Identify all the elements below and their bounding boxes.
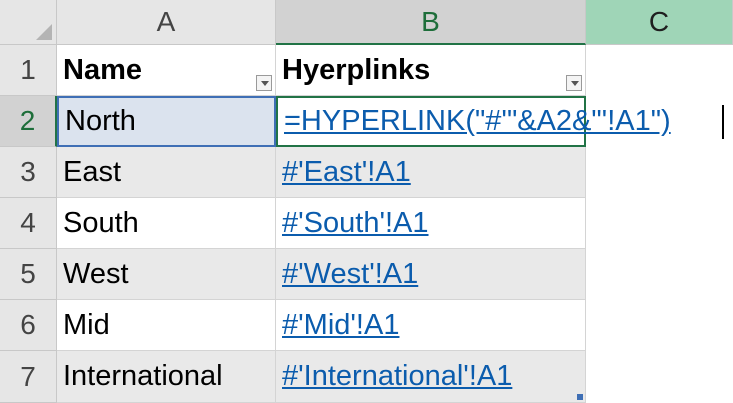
column-header-a[interactable]: A	[57, 0, 276, 45]
hyperlink-cell[interactable]: #'East'!A1	[276, 147, 586, 198]
hyperlink-cell[interactable]: #'South'!A1	[276, 198, 586, 249]
table-row-name[interactable]: International	[57, 351, 276, 403]
row-header-3[interactable]: 3	[0, 147, 57, 198]
text-cursor	[722, 105, 724, 139]
row-header-5[interactable]: 5	[0, 249, 57, 300]
hyperlink-cell[interactable]: #'International'!A1	[276, 351, 586, 403]
table-header-name[interactable]: Name	[57, 45, 276, 96]
row-header-2[interactable]: 2	[0, 96, 57, 147]
hyperlink-cell[interactable]: #'West'!A1	[276, 249, 586, 300]
table-row-name[interactable]: Mid	[57, 300, 276, 351]
hyperlink-cell[interactable]: #'Mid'!A1	[276, 300, 586, 351]
filter-dropdown-icon[interactable]	[566, 75, 582, 91]
formula-edit-cell-b2[interactable]: =HYPERLINK("#'"&A2&"'!A1")	[276, 96, 671, 147]
select-all-corner[interactable]	[0, 0, 57, 45]
table-row-name[interactable]: East	[57, 147, 276, 198]
table-resize-handle[interactable]	[577, 394, 583, 400]
table-row-name[interactable]: South	[57, 198, 276, 249]
column-header-b[interactable]: B	[276, 0, 586, 45]
row-header-7[interactable]: 7	[0, 351, 57, 403]
table-row-name[interactable]: West	[57, 249, 276, 300]
table-header-hyperlinks[interactable]: Hyerplinks	[276, 45, 586, 96]
column-header-c[interactable]: C	[586, 0, 733, 45]
filter-dropdown-icon[interactable]	[256, 75, 272, 91]
spreadsheet-grid: A B C 1 2 3 4 5 6 7 Name Hyerplinks Nort…	[0, 0, 733, 403]
select-all-corner-icon	[36, 24, 52, 40]
row-header-6[interactable]: 6	[0, 300, 57, 351]
row-header-4[interactable]: 4	[0, 198, 57, 249]
cell-a2-north[interactable]: North	[57, 96, 276, 147]
row-header-1[interactable]: 1	[0, 45, 57, 96]
cell-c1[interactable]	[586, 45, 733, 96]
